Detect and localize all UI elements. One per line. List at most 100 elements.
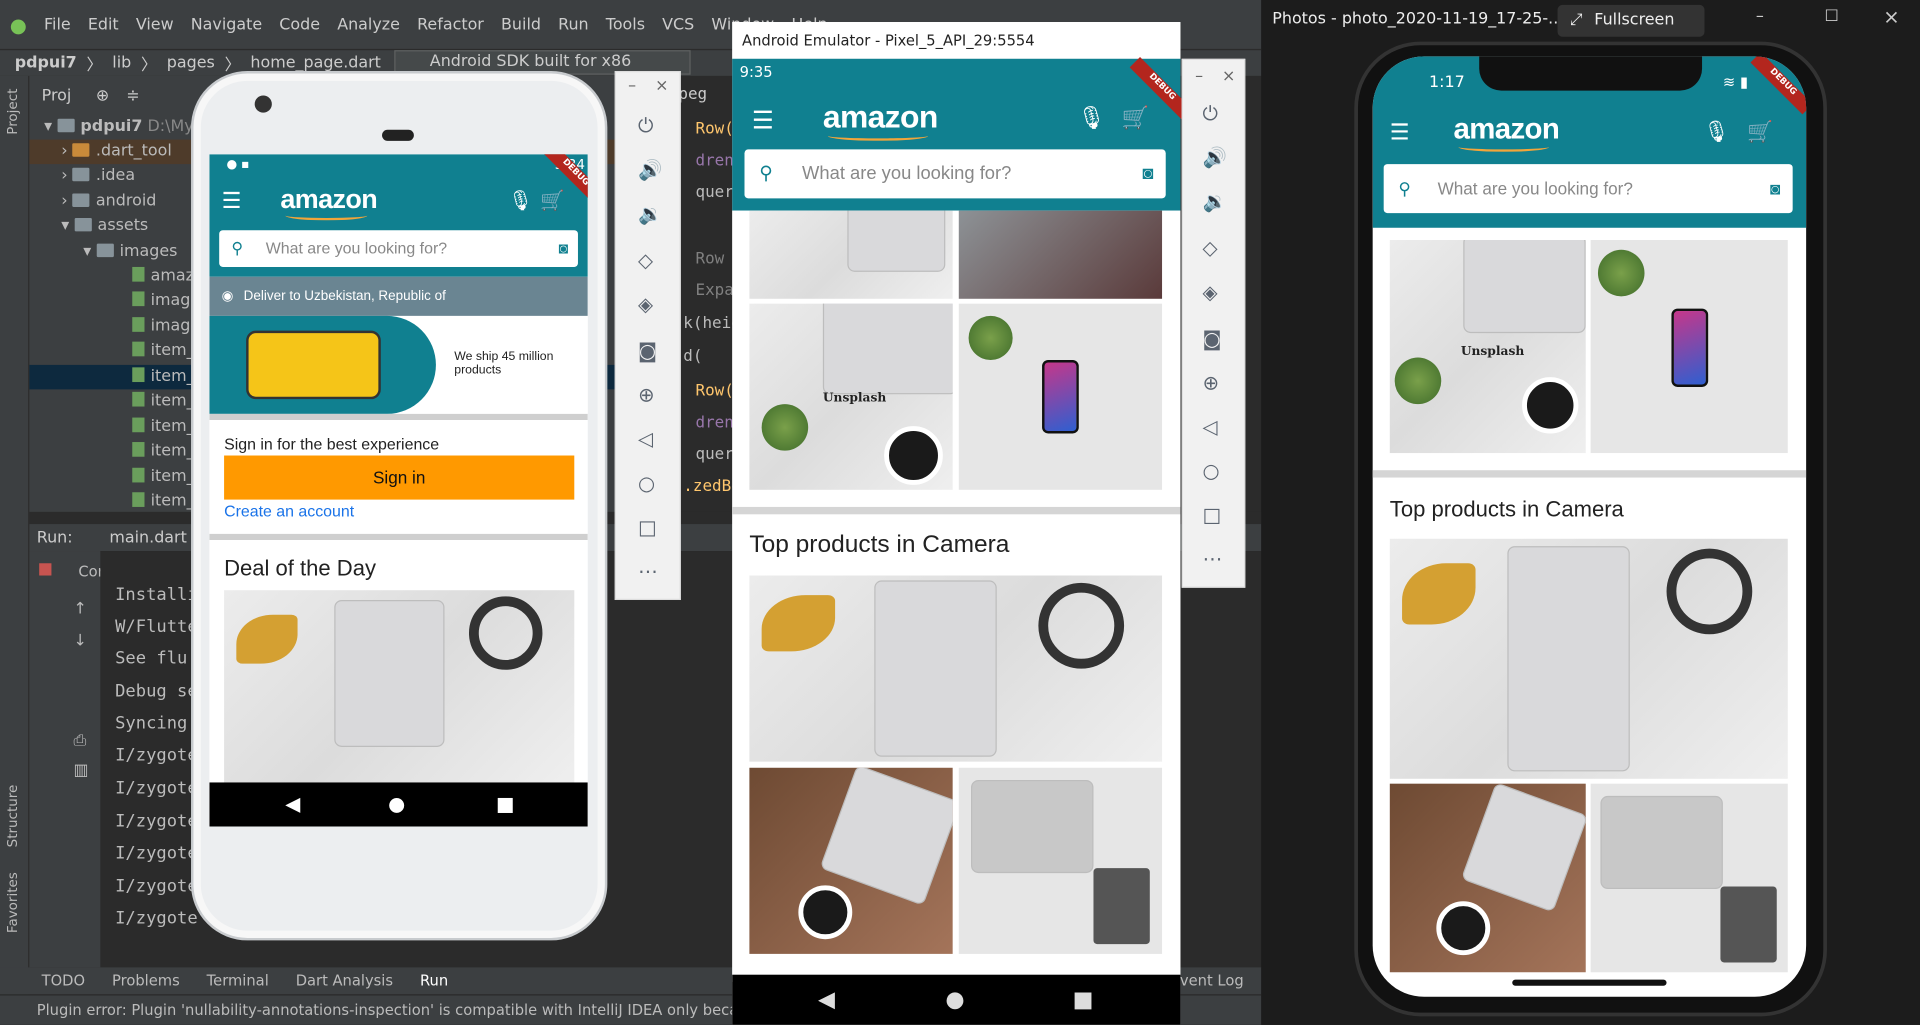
- home-icon[interactable]: ●: [945, 987, 964, 1013]
- rotate-right-icon[interactable]: ◈: [638, 293, 653, 316]
- microphone-icon[interactable]: 🎙: [508, 189, 533, 212]
- tab-problems[interactable]: Problems: [112, 972, 180, 989]
- rotate-left-icon[interactable]: ◇: [1202, 236, 1217, 259]
- back-icon[interactable]: ◁: [638, 427, 653, 450]
- menu-navigate[interactable]: Navigate: [191, 15, 262, 33]
- menu-icon[interactable]: ☰: [222, 189, 242, 215]
- product-image[interactable]: [958, 303, 1163, 490]
- tree-item[interactable]: ▾ images: [83, 242, 177, 260]
- stop-icon[interactable]: [39, 563, 52, 576]
- search-input[interactable]: ⚲ What are you looking for? ◙: [1383, 164, 1793, 214]
- more-icon[interactable]: ⋯: [1202, 547, 1222, 570]
- product-image[interactable]: [1389, 538, 1788, 779]
- product-image[interactable]: [1590, 783, 1788, 973]
- power-icon[interactable]: ⏻: [1202, 102, 1217, 126]
- product-image[interactable]: [749, 575, 1163, 762]
- menu-refactor[interactable]: Refactor: [417, 15, 484, 33]
- product-image[interactable]: [749, 210, 953, 299]
- breadcrumb-lib[interactable]: lib: [112, 54, 131, 72]
- home-icon[interactable]: ○: [1202, 459, 1219, 482]
- power-icon[interactable]: ⏻: [638, 114, 653, 138]
- minimize-icon[interactable]: –: [628, 77, 636, 95]
- microphone-icon[interactable]: 🎙: [1703, 120, 1729, 144]
- back-icon[interactable]: ◀: [818, 987, 835, 1013]
- minimize-icon[interactable]: –: [1195, 67, 1203, 85]
- zoom-icon[interactable]: ⊕: [1202, 371, 1218, 394]
- tab-run[interactable]: Run: [420, 972, 448, 989]
- microphone-icon[interactable]: 🎙: [1078, 105, 1106, 131]
- deal-product-image[interactable]: [224, 590, 575, 784]
- recents-icon[interactable]: ■: [1073, 987, 1094, 1013]
- tree-item[interactable]: › .dart_tool: [61, 142, 172, 160]
- close-icon[interactable]: ×: [1222, 67, 1235, 85]
- menu-icon[interactable]: ☰: [1390, 120, 1410, 146]
- home-icon[interactable]: ●: [388, 792, 405, 815]
- overview-icon[interactable]: □: [1202, 503, 1221, 526]
- iphone-screen[interactable]: 1:17 ≋ ▮ ☰ amazon 🎙 🛒 ⚲ What are you loo…: [1372, 56, 1807, 997]
- back-icon[interactable]: ◁: [1202, 415, 1217, 438]
- close-icon[interactable]: ×: [1883, 5, 1899, 28]
- home-indicator[interactable]: [1512, 979, 1667, 986]
- deliver-bar[interactable]: ◉ Deliver to Uzbekistan, Republic of: [209, 276, 588, 316]
- volume-up-icon[interactable]: 🔊: [1202, 146, 1226, 169]
- search-input[interactable]: ⚲ What are you looking for? ◙: [744, 149, 1166, 199]
- breadcrumb-file[interactable]: home_page.dart: [250, 54, 381, 72]
- camera-icon[interactable]: ◙: [1770, 164, 1780, 213]
- emulator-content[interactable]: Unsplash Top products in Camera: [732, 210, 1181, 983]
- camera-icon[interactable]: ◙: [1142, 149, 1153, 198]
- cart-icon[interactable]: 🛒: [1747, 120, 1773, 144]
- menu-file[interactable]: File: [44, 15, 71, 33]
- product-image[interactable]: Unsplash: [749, 303, 953, 490]
- tree-item[interactable]: › .idea: [61, 167, 135, 185]
- menu-build[interactable]: Build: [501, 15, 541, 33]
- editor-tab[interactable]: peg: [678, 86, 707, 104]
- volume-up-icon[interactable]: 🔊: [638, 158, 662, 181]
- signin-button[interactable]: Sign in: [224, 455, 575, 500]
- tree-item[interactable]: ▾ pdpui7 D:\My_F: [44, 118, 211, 136]
- create-account-link[interactable]: Create an account: [224, 502, 354, 520]
- menu-edit[interactable]: Edit: [88, 15, 119, 33]
- tab-dart-analysis[interactable]: Dart Analysis: [296, 972, 393, 989]
- cart-icon[interactable]: 🛒: [1122, 105, 1149, 131]
- product-image[interactable]: [958, 767, 1163, 954]
- arrow-down-icon[interactable]: ↓: [73, 632, 86, 650]
- collapse-icon[interactable]: ≑: [126, 86, 139, 104]
- run-config-tab[interactable]: main.dart: [109, 528, 186, 546]
- product-image[interactable]: [958, 210, 1163, 299]
- tab-todo[interactable]: TODO: [42, 972, 85, 989]
- minimize-icon[interactable]: –: [1756, 7, 1764, 25]
- tool-favorites[interactable]: Favorites: [5, 872, 21, 933]
- menu-icon[interactable]: ☰: [752, 105, 774, 134]
- target-icon[interactable]: ⊕: [96, 86, 109, 104]
- home-icon[interactable]: ○: [638, 471, 655, 494]
- trash-icon[interactable]: ▥: [73, 762, 88, 780]
- screenshot-icon[interactable]: ◙: [1202, 327, 1221, 350]
- phone-screen-pixel[interactable]: ● ▪ 3:34 ☰ amazon 🎙 🛒 ⚲ What are you loo…: [209, 154, 588, 827]
- rotate-right-icon[interactable]: ◈: [1202, 280, 1217, 303]
- tool-structure[interactable]: Structure: [5, 785, 21, 848]
- back-icon[interactable]: ◀: [285, 792, 300, 815]
- menu-analyze[interactable]: Analyze: [337, 15, 400, 33]
- product-image[interactable]: [1590, 240, 1788, 454]
- fullscreen-button[interactable]: ⤢ Fullscreen: [1557, 4, 1705, 37]
- arrow-up-icon[interactable]: ↑: [73, 600, 86, 618]
- camera-icon[interactable]: ◙: [559, 230, 569, 267]
- tree-item[interactable]: image: [132, 317, 200, 336]
- more-icon[interactable]: ⋯: [638, 560, 658, 583]
- volume-down-icon[interactable]: 🔉: [638, 202, 662, 225]
- product-image[interactable]: [1389, 783, 1586, 973]
- zoom-icon[interactable]: ⊕: [638, 383, 654, 406]
- menu-tools[interactable]: Tools: [606, 15, 645, 33]
- maximize-icon[interactable]: ☐: [1825, 7, 1839, 25]
- project-dropdown[interactable]: Proj: [42, 86, 72, 104]
- menu-vcs[interactable]: VCS: [662, 15, 694, 33]
- screenshot-icon[interactable]: ◙: [638, 339, 657, 362]
- volume-down-icon[interactable]: 🔉: [1202, 190, 1226, 213]
- event-log[interactable]: Event Log: [1171, 972, 1244, 989]
- close-icon[interactable]: ×: [655, 77, 668, 95]
- print-icon[interactable]: ⎙: [73, 732, 86, 750]
- product-image[interactable]: [749, 767, 953, 954]
- overview-icon[interactable]: □: [638, 516, 657, 539]
- tree-item[interactable]: image: [132, 291, 200, 310]
- tool-project[interactable]: Project: [5, 89, 21, 135]
